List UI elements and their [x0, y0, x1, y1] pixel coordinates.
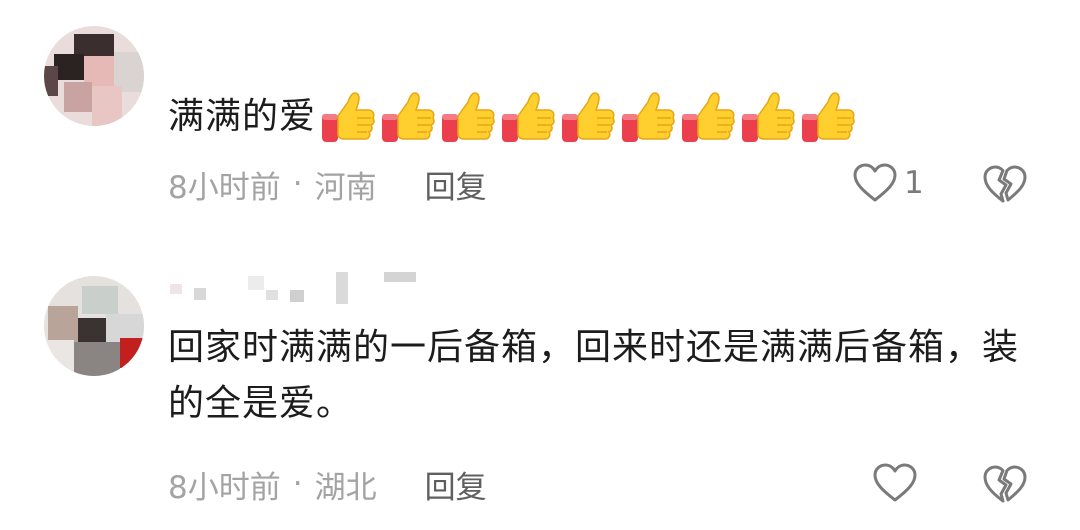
thumbs-up-emoji — [562, 92, 615, 142]
meta-separator: · — [292, 466, 303, 502]
comment-text: 满满的爱 — [168, 88, 858, 148]
like-button[interactable]: 1 — [852, 162, 924, 204]
comment-meta: 8小时前 · 河南 回复 — [168, 162, 487, 206]
broken-heart-icon — [983, 165, 1027, 203]
thumbs-up-emoji — [322, 92, 375, 142]
thumbs-up-emoji — [622, 92, 675, 142]
like-count: 1 — [904, 165, 924, 201]
username-obscured[interactable] — [170, 268, 430, 308]
dislike-button[interactable] — [982, 464, 1028, 510]
comment-item: 回家时满满的一后备箱，回来时还是满满后备箱，装的全是爱。 8小时前 · 湖北 回… — [0, 240, 1080, 530]
meta-separator: · — [292, 166, 303, 202]
thumbs-up-emoji — [682, 92, 735, 142]
comment-location: 湖北 — [314, 469, 377, 506]
thumbs-up-emoji-row — [318, 88, 858, 148]
comment-item: 满满的爱 8小时前 · 河南 回复 1 — [0, 0, 1080, 240]
thumbs-up-emoji — [742, 92, 795, 142]
thumbs-up-emoji — [802, 92, 855, 142]
like-button[interactable] — [872, 462, 918, 504]
heart-outline-icon — [873, 463, 917, 502]
heart-outline-icon — [853, 163, 897, 202]
comment-location: 河南 — [314, 169, 377, 206]
thumbs-up-emoji — [382, 92, 435, 142]
dislike-button[interactable] — [982, 164, 1028, 210]
avatar[interactable] — [44, 276, 144, 376]
thumbs-up-emoji — [442, 92, 495, 142]
comment-text: 回家时满满的一后备箱，回来时还是满满后备箱，装的全是爱。 — [168, 327, 1020, 424]
comment-meta: 8小时前 · 湖北 回复 — [168, 462, 487, 506]
broken-heart-icon — [983, 465, 1027, 503]
comment-time: 8小时前 — [168, 469, 281, 506]
reply-button[interactable]: 回复 — [425, 162, 487, 207]
comment-time: 8小时前 — [168, 169, 281, 206]
reply-button[interactable]: 回复 — [425, 462, 487, 507]
avatar[interactable] — [44, 26, 144, 126]
comment-text-content: 满满的爱 — [168, 96, 317, 137]
thumbs-up-emoji — [502, 92, 555, 142]
